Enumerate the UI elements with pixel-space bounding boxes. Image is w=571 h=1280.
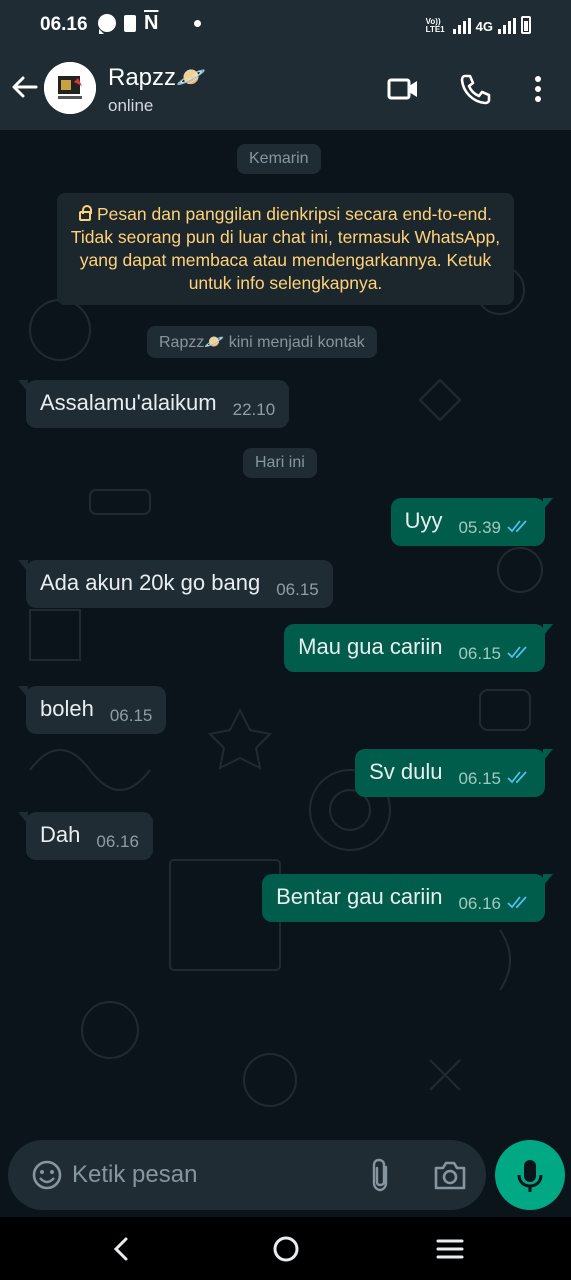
chat-header: Rapzz🪐 online (0, 50, 571, 130)
nav-recents-icon[interactable] (434, 1233, 466, 1265)
avatar-image-icon (44, 62, 96, 114)
message-text: Sv dulu (369, 759, 443, 784)
message-outgoing[interactable]: Uyy 05.39 (390, 498, 554, 546)
encryption-notice[interactable]: Pesan dan panggilan dienkripsi secara en… (57, 193, 514, 305)
message-text: Bentar gau cariin (276, 884, 443, 909)
signal-strength-2-icon (498, 18, 516, 34)
lte-label: LTE1 (425, 25, 445, 34)
message-input-container[interactable] (8, 1140, 486, 1210)
message-outgoing[interactable]: Mau gua cariin 06.15 (284, 624, 553, 672)
status-time: 06.16 (40, 14, 88, 35)
message-outgoing[interactable]: Sv dulu 06.15 (355, 749, 553, 797)
read-ticks-icon (507, 771, 527, 784)
message-input[interactable] (72, 1155, 352, 1195)
message-incoming[interactable]: Ada akun 20k go bang 06.15 (18, 560, 333, 608)
back-arrow-icon[interactable] (10, 72, 40, 102)
more-options-icon[interactable] (521, 72, 555, 106)
message-time: 06.16 (96, 832, 139, 851)
message-text: Ada akun 20k go bang (40, 570, 261, 595)
message-time: 05.39 (458, 518, 501, 537)
message-text: boleh (40, 696, 94, 721)
nav-home-icon[interactable] (270, 1233, 302, 1265)
more-notifications-dot-icon (194, 20, 201, 27)
message-time: 06.15 (109, 706, 153, 725)
voice-call-icon[interactable] (458, 72, 492, 106)
camera-icon[interactable] (432, 1158, 468, 1192)
message-incoming[interactable]: Assalamu'alaikum 22.10 (17, 380, 290, 428)
encryption-notice-text: Pesan dan panggilan dienkripsi secara en… (70, 204, 501, 293)
volte-indicator: Vo)) LTE1 (426, 18, 448, 34)
network-type: 4G (475, 19, 493, 34)
message-incoming[interactable]: boleh 06.15 (17, 686, 167, 734)
message-incoming[interactable]: Dah 06.16 (18, 812, 153, 860)
message-time: 06.15 (458, 769, 501, 788)
signal-strength-1-icon (452, 18, 471, 34)
nav-back-icon[interactable] (106, 1233, 138, 1265)
message-time: 22.10 (232, 400, 276, 419)
n-notification-icon: N (144, 12, 159, 34)
lock-icon (79, 205, 92, 221)
notification-icons: N (98, 12, 159, 34)
message-text: Mau gua cariin (298, 634, 443, 659)
microphone-icon (517, 1160, 543, 1192)
message-outgoing[interactable]: Bentar gau cariin 06.16 (262, 874, 553, 922)
contact-name[interactable]: Rapzz🪐 (108, 63, 206, 92)
message-text: Dah (40, 822, 81, 847)
voice-record-button[interactable] (495, 1140, 565, 1210)
chat-notification-icon (98, 14, 116, 34)
date-separator-today: Hari ini (243, 448, 317, 478)
system-message-contact-added: Rapzz🪐 kini menjadi kontak (147, 326, 377, 358)
read-ticks-icon (507, 520, 527, 533)
system-navigation-bar (0, 1217, 571, 1280)
video-call-icon[interactable] (386, 72, 420, 106)
message-text: Assalamu'alaikum (40, 390, 217, 415)
chat-messages-area[interactable]: Kemarin Pesan dan panggilan dienkripsi s… (0, 130, 571, 1140)
system-indicators: Vo)) LTE1 4G (426, 14, 531, 34)
composer-bar (0, 1140, 571, 1217)
date-separator-yesterday: Kemarin (237, 144, 321, 174)
status-bar: 06.16 N Vo)) LTE1 4G (0, 0, 571, 50)
note-notification-icon (124, 14, 136, 32)
message-time: 06.15 (458, 644, 501, 663)
read-ticks-icon (507, 896, 527, 909)
attach-paperclip-icon[interactable] (366, 1157, 396, 1193)
battery-icon (521, 16, 531, 34)
emoji-icon[interactable] (30, 1158, 64, 1192)
contact-avatar[interactable] (44, 62, 96, 114)
contact-status: online (108, 96, 154, 115)
message-text: Uyy (404, 508, 443, 533)
read-ticks-icon (507, 646, 527, 659)
message-time: 06.15 (276, 580, 319, 599)
message-time: 06.16 (458, 894, 501, 913)
